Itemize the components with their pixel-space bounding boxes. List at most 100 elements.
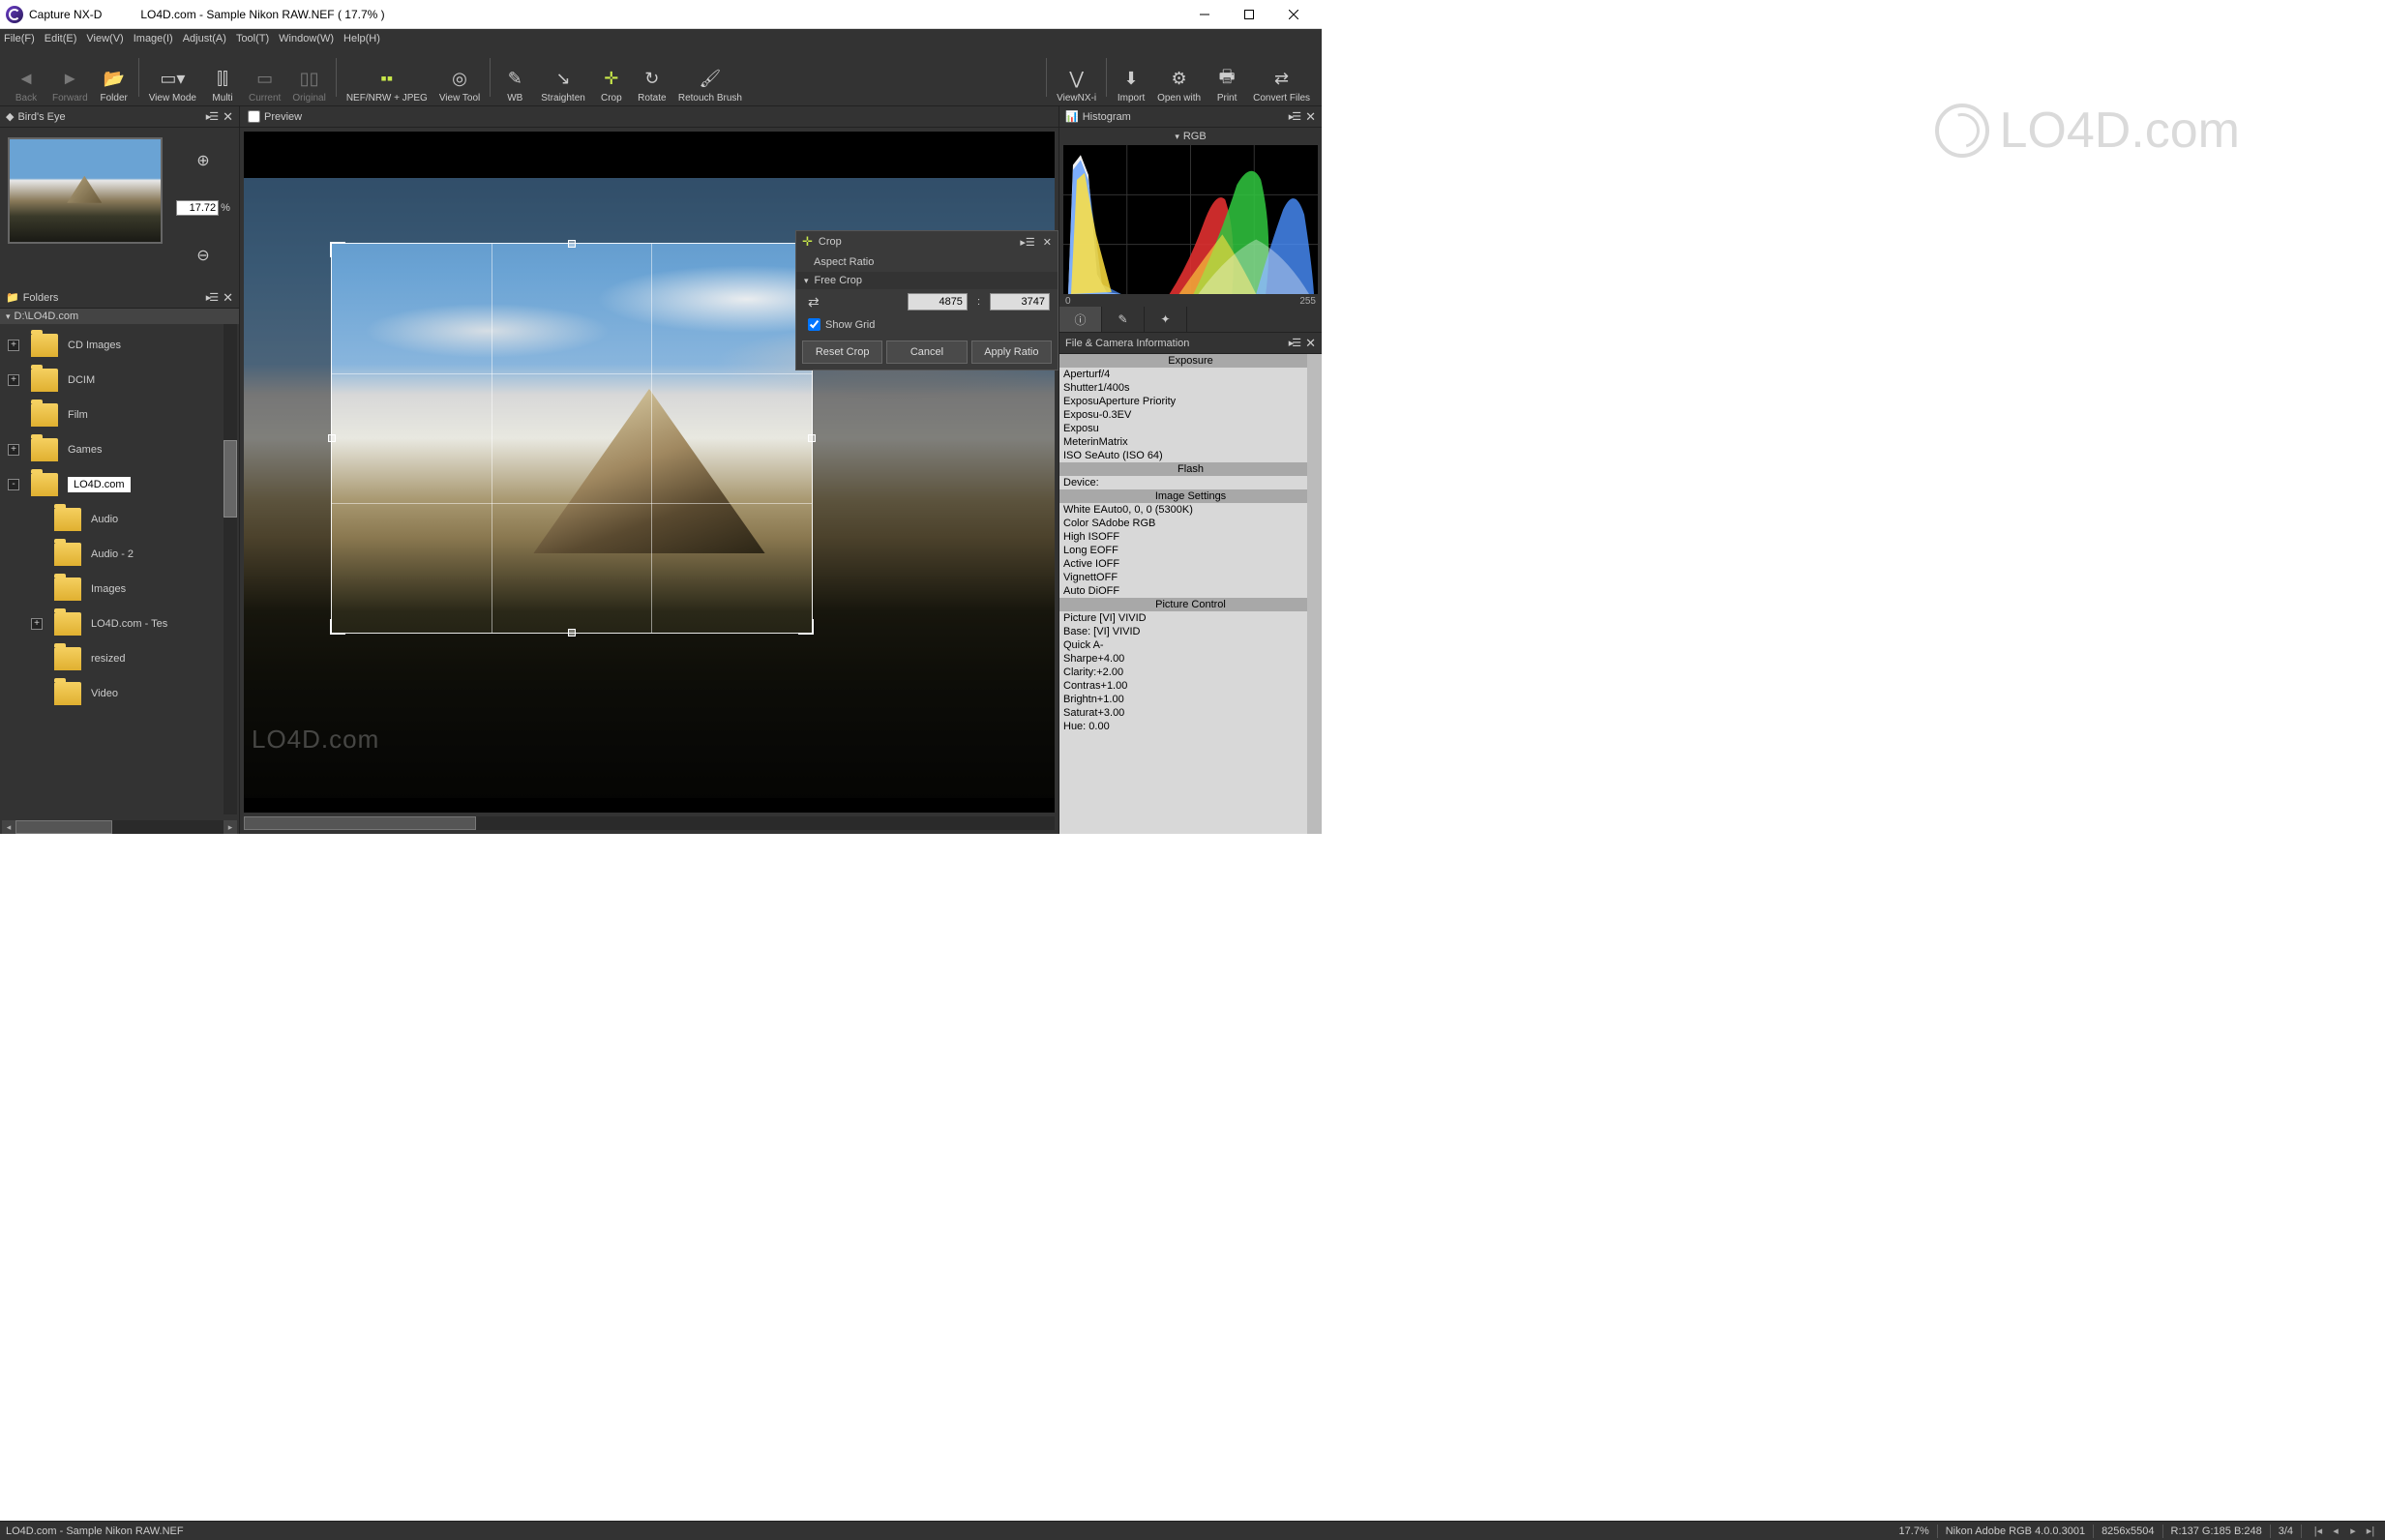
preview-checkbox[interactable]: [248, 110, 260, 123]
tab-info[interactable]: ⓘ: [1059, 307, 1102, 332]
menu-adjust[interactable]: Adjust(A): [183, 33, 226, 44]
multi-button[interactable]: ⫿⫿Multi: [202, 51, 243, 104]
menu-view[interactable]: View(V): [86, 33, 123, 44]
menu-image[interactable]: Image(I): [134, 33, 173, 44]
tree-expand-icon[interactable]: -: [8, 479, 19, 490]
wb-button[interactable]: ✎WB: [494, 51, 535, 104]
folder-tree-item[interactable]: Audio - 2: [0, 537, 239, 572]
crop-popup-title: Crop: [819, 236, 842, 248]
folder-button[interactable]: 📂Folder: [94, 51, 134, 104]
rotate-button[interactable]: ↻Rotate: [632, 51, 672, 104]
crop-handle-tl[interactable]: [330, 242, 345, 257]
left-h-scrollbar[interactable]: ◂▸: [2, 820, 237, 834]
tab-fx[interactable]: ✦: [1145, 307, 1187, 332]
viewnx-button[interactable]: ⋁ViewNX-i: [1051, 51, 1102, 104]
fcinfo-row: Aperturf/4: [1059, 368, 1322, 381]
folder-path-dropdown[interactable]: ▾ D:\LO4D.com: [0, 309, 239, 324]
histogram-header: 📊 Histogram ▸☰ ✕: [1059, 106, 1322, 128]
view-tool-button[interactable]: ◎View Tool: [433, 51, 486, 104]
fcinfo-panel: Exposure Aperturf/4 Shutter1/400s Exposu…: [1059, 354, 1322, 834]
menu-tool[interactable]: Tool(T): [236, 33, 269, 44]
window-maximize-button[interactable]: [1227, 0, 1271, 29]
crop-popup-close-icon[interactable]: ✕: [1043, 236, 1052, 249]
import-button[interactable]: ⬇Import: [1111, 51, 1151, 104]
nav-next-button[interactable]: ▸: [2344, 1525, 2362, 1537]
nav-last-button[interactable]: ▸|: [2362, 1525, 2379, 1537]
window-close-button[interactable]: [1271, 0, 1316, 29]
swap-dimensions-icon[interactable]: ⇄: [808, 294, 820, 311]
tab-edit[interactable]: ✎: [1102, 307, 1145, 332]
folder-tree-item[interactable]: resized: [0, 641, 239, 676]
crop-handle-left[interactable]: [328, 434, 336, 442]
back-button[interactable]: ◄Back: [6, 51, 46, 104]
panel-pin-icon[interactable]: ▸☰: [1289, 337, 1299, 349]
original-button[interactable]: ▯▯Original: [286, 51, 331, 104]
retouch-button[interactable]: 🖌Retouch Brush: [672, 51, 748, 104]
show-grid-checkbox[interactable]: [808, 318, 820, 331]
folder-tree-item[interactable]: +Games: [0, 432, 239, 467]
reset-crop-button[interactable]: Reset Crop: [802, 341, 882, 364]
fcinfo-scrollbar[interactable]: [1307, 354, 1322, 834]
nef-jpeg-button[interactable]: ▪▪NEF/NRW + JPEG: [341, 51, 433, 104]
folder-tree-item[interactable]: +DCIM: [0, 363, 239, 398]
print-button[interactable]: 🖶Print: [1207, 51, 1247, 104]
menu-window[interactable]: Window(W): [279, 33, 334, 44]
crop-mode-dropdown[interactable]: ▾ Free Crop: [796, 272, 1058, 289]
crop-button[interactable]: ✛Crop: [591, 51, 632, 104]
crop-handle-br[interactable]: [798, 619, 814, 635]
straighten-button[interactable]: ↘Straighten: [535, 51, 591, 104]
nav-first-button[interactable]: |◂: [2310, 1525, 2327, 1537]
fcinfo-row: Saturat+3.00: [1059, 706, 1322, 720]
menu-file[interactable]: File(F): [4, 33, 35, 44]
panel-close-icon[interactable]: ✕: [223, 109, 233, 125]
crop-handle-bottom[interactable]: [568, 629, 576, 637]
crop-width-input[interactable]: [908, 293, 968, 311]
folder-tree-item[interactable]: Film: [0, 398, 239, 432]
viewport-h-scrollbar[interactable]: [244, 816, 1055, 830]
open-with-button[interactable]: ⚙Open with: [1151, 51, 1207, 104]
crop-handle-top[interactable]: [568, 240, 576, 248]
crop-selection[interactable]: [331, 243, 813, 634]
tree-expand-icon[interactable]: +: [8, 374, 19, 386]
crop-handle-bl[interactable]: [330, 619, 345, 635]
tree-expand-icon[interactable]: +: [8, 444, 19, 456]
tree-scrollbar-thumb[interactable]: [224, 440, 237, 518]
nav-prev-button[interactable]: ◂: [2327, 1525, 2344, 1537]
panel-pin-icon[interactable]: ▸☰: [206, 110, 217, 123]
forward-button[interactable]: ►Forward: [46, 51, 94, 104]
folder-tree-item[interactable]: +LO4D.com - Tes: [0, 607, 239, 641]
folder-tree-item[interactable]: Audio: [0, 502, 239, 537]
panel-close-icon[interactable]: ✕: [1305, 109, 1316, 125]
folder-tree-item[interactable]: Video: [0, 676, 239, 711]
histogram-channel-dropdown[interactable]: ▾RGB: [1059, 128, 1322, 145]
folder-label: Film: [68, 409, 88, 421]
cancel-crop-button[interactable]: Cancel: [886, 341, 967, 364]
tree-expand-icon[interactable]: +: [31, 618, 43, 630]
folder-tree-item[interactable]: Images: [0, 572, 239, 607]
zoom-in-icon[interactable]: ⊕: [196, 151, 209, 170]
panel-pin-icon[interactable]: ▸☰: [1020, 236, 1034, 249]
crop-height-input[interactable]: [990, 293, 1050, 311]
tree-scrollbar[interactable]: [224, 324, 237, 814]
folder-tree-item[interactable]: -LO4D.com: [0, 467, 239, 502]
panel-pin-icon[interactable]: ▸☰: [1289, 110, 1299, 123]
apply-ratio-button[interactable]: Apply Ratio: [971, 341, 1052, 364]
menu-help[interactable]: Help(H): [343, 33, 380, 44]
convert-files-button[interactable]: ⇄Convert Files: [1247, 51, 1316, 104]
folder-icon: [31, 369, 58, 392]
folders-icon: 📁: [6, 291, 19, 304]
panel-close-icon[interactable]: ✕: [1305, 336, 1316, 351]
zoom-input[interactable]: [176, 200, 219, 216]
birdseye-thumbnail[interactable]: [8, 137, 163, 244]
folder-tree-item[interactable]: +CD Images: [0, 328, 239, 363]
view-mode-button[interactable]: ▭▾View Mode: [143, 51, 202, 104]
current-button[interactable]: ▭Current: [243, 51, 286, 104]
app-logo-icon: [6, 6, 23, 23]
panel-pin-icon[interactable]: ▸☰: [206, 291, 217, 304]
panel-close-icon[interactable]: ✕: [223, 290, 233, 306]
tree-expand-icon[interactable]: +: [8, 340, 19, 351]
crop-handle-right[interactable]: [808, 434, 816, 442]
window-minimize-button[interactable]: [1182, 0, 1227, 29]
menu-edit[interactable]: Edit(E): [45, 33, 77, 44]
zoom-out-icon[interactable]: ⊖: [196, 246, 209, 265]
